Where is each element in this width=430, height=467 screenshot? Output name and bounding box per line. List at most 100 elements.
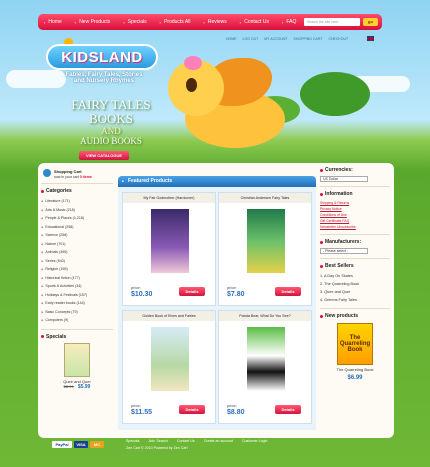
nav-products-all[interactable]: Products All [160, 19, 190, 25]
nav-specials[interactable]: Specials [123, 19, 147, 25]
account-link-checkout[interactable]: CHECKOUT [328, 37, 348, 41]
category-item[interactable]: Animals (495) [41, 248, 113, 257]
cart-count: 0 items [79, 175, 92, 179]
hero-title-line3: AND [101, 126, 121, 136]
featured-products-heading: Featured Products [118, 176, 316, 187]
hero-title-line4: AUDIO BOOKS [80, 136, 142, 146]
search-go-button[interactable]: go [363, 18, 378, 26]
cart-status-prefix: now in your cart [54, 175, 79, 179]
product-card: Christian Andersen Fairy Tales price: $7… [218, 192, 312, 306]
category-item[interactable]: Educational (258) [41, 223, 113, 232]
account-link-logout[interactable]: LOG OUT [243, 37, 259, 41]
product-title[interactable]: Golden Book of Elves and Fairies [123, 311, 215, 321]
account-link-my-account[interactable]: MY ACCOUNT [264, 37, 287, 41]
price-value: $10.30 [131, 291, 153, 298]
bestseller-item[interactable]: 2. The Quarreling Book [320, 280, 390, 288]
footer-link[interactable]: Customer Login [242, 439, 267, 443]
category-item[interactable]: People & Places (1,218) [41, 214, 113, 223]
mastercard-logo: MC [90, 441, 104, 448]
category-item[interactable]: Early reader books (144) [41, 299, 113, 308]
special-book-cover[interactable] [64, 342, 90, 377]
product-card: Golden Book of Elves and Fairies price: … [122, 310, 216, 424]
product-cover[interactable] [247, 327, 285, 391]
details-button[interactable]: Details [275, 405, 301, 414]
price-label: price: [227, 285, 237, 290]
currency-select[interactable]: US Dollar [320, 176, 368, 182]
cart-icon [43, 169, 51, 177]
divider [320, 186, 390, 187]
details-button[interactable]: Details [179, 287, 205, 296]
categories-title: Categories [41, 188, 113, 194]
details-button[interactable]: Details [275, 287, 301, 296]
category-item[interactable]: Religion (165) [41, 265, 113, 274]
manufacturer-select[interactable]: - Please select - [320, 248, 368, 254]
new-products-title: New products [320, 313, 390, 319]
view-catalogue-button[interactable]: VIEW CATALOGUE [79, 151, 129, 160]
new-product-cover[interactable]: The Quarreling Book [337, 323, 373, 365]
left-column: Shopping Cart now in your cart 0 items C… [41, 167, 113, 390]
category-item[interactable]: Holidays & Festivals (157) [41, 291, 113, 300]
footer-link[interactable]: Create an account [204, 439, 233, 443]
info-link[interactable]: Newsletter Unsubscribe [320, 224, 390, 230]
footer-links: Specials Adv. Search Contact Us Create a… [126, 439, 267, 443]
product-title[interactable]: Christian Andersen Fairy Tales [219, 193, 311, 203]
new-product-name[interactable]: The Quarreling Book [320, 367, 390, 372]
category-item[interactable]: Basic Concepts (79) [41, 308, 113, 317]
shopping-cart-box[interactable]: Shopping Cart now in your cart 0 items [41, 167, 113, 179]
divider [320, 234, 390, 235]
category-list: Literature (171) Arts & Music (218) Peop… [41, 197, 113, 325]
site-logo[interactable]: KIDSLAND [46, 44, 158, 70]
flower-icon [184, 56, 202, 70]
category-item[interactable]: Computers (9) [41, 316, 113, 325]
product-cover[interactable] [247, 209, 285, 273]
category-item[interactable]: Science (258) [41, 231, 113, 240]
product-card: My Fair Godmother (Hardcover) price: $10… [122, 192, 216, 306]
nav-faq[interactable]: FAQ [282, 19, 296, 25]
footer-link[interactable]: Specials [126, 439, 140, 443]
category-item[interactable]: Nature (701) [41, 240, 113, 249]
price-value: $8.80 [227, 409, 245, 416]
account-link-home[interactable]: HOME [226, 37, 237, 41]
footer-link[interactable]: Adv. Search [149, 439, 168, 443]
special-old-price: $8.99 [63, 383, 74, 389]
language-flag-icon[interactable] [367, 36, 374, 41]
divider [41, 328, 113, 330]
hero-title-line2: BOOKS [88, 111, 134, 126]
details-button[interactable]: Details [179, 405, 205, 414]
top-nav: Home New Products Specials Products All … [38, 14, 382, 30]
bestsellers-title: Best Sellers [320, 263, 390, 269]
category-item[interactable]: Sports & Activities (34) [41, 282, 113, 291]
bestseller-item[interactable]: 3. Quee and Quer [320, 288, 390, 296]
visa-logo: VISA [74, 441, 88, 448]
nav-reviews[interactable]: Reviews [203, 19, 227, 25]
nav-contact-us[interactable]: Contact Us [240, 19, 269, 25]
bullet-icon [41, 189, 44, 193]
right-column: Currencies: US Dollar Information Shippi… [320, 167, 390, 381]
product-cover[interactable] [151, 209, 189, 273]
special-new-price: $5.99 [77, 383, 91, 390]
account-link-shopping-cart[interactable]: SHOPPING CART [294, 37, 323, 41]
bush-right [300, 72, 370, 116]
product-cover[interactable] [151, 327, 189, 391]
bestseller-item[interactable]: 4. Grimms Fairy Tales [320, 296, 390, 304]
divider [320, 258, 390, 259]
bestseller-item[interactable]: 1. A Day On Skates [320, 272, 390, 280]
nav-new-products[interactable]: New Products [75, 19, 110, 25]
category-item[interactable]: Historical fiction (177) [41, 274, 113, 283]
paypal-logo: PayPal [52, 441, 72, 448]
footer-link[interactable]: Contact Us [177, 439, 195, 443]
category-item[interactable]: Arts & Music (218) [41, 206, 113, 215]
manufacturers-title: Manufacturers: [320, 239, 390, 245]
bullet-icon [320, 192, 323, 196]
special-price-row: $8.99 $5.99 [41, 384, 113, 390]
category-item[interactable]: Series (543) [41, 257, 113, 266]
product-title[interactable]: My Fair Godmother (Hardcover) [123, 193, 215, 203]
copyright: Zen Cart © 2010 Powered by Zen Cart [126, 446, 188, 450]
footer: PayPal VISA MC Specials Adv. Search Cont… [38, 438, 394, 460]
category-item[interactable]: Literature (171) [41, 197, 113, 206]
price-value: $7.80 [227, 291, 245, 298]
search-input[interactable]: Search the site here [304, 18, 360, 26]
product-title[interactable]: Panda Bear, What Do You See? [219, 311, 311, 321]
divider [41, 183, 113, 184]
nav-home[interactable]: Home [44, 19, 61, 25]
